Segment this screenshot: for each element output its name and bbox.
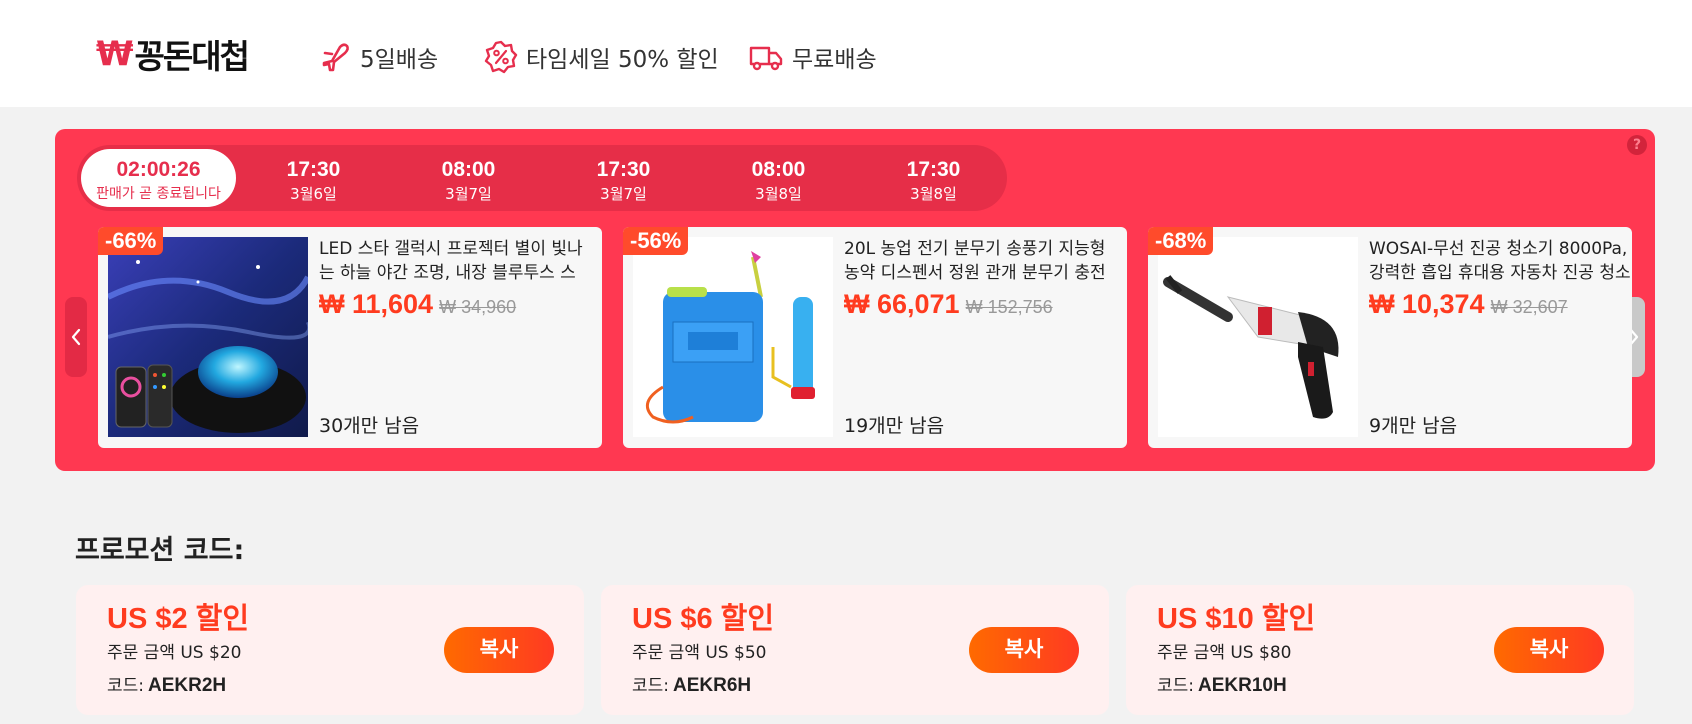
coupon-card: US $10 할인 주문 금액 US $80 코드: AEKR10H 복사 — [1126, 585, 1634, 715]
stock-remaining: 30개만 남음 — [319, 415, 420, 437]
coupon-amount: US $10 할인 — [1157, 603, 1316, 635]
slot-date: 3월8일 — [755, 185, 802, 203]
countdown-timer: 02:00:26 — [116, 158, 201, 181]
sale-price: ₩ 66,071 — [844, 289, 960, 319]
feature-time-sale: 타임세일 50% 할인 — [484, 40, 719, 74]
slot-time: 17:30 — [286, 158, 341, 181]
time-slot[interactable]: 17:30 3월6일 — [236, 149, 391, 207]
slot-time: 08:00 — [751, 158, 806, 181]
stock-remaining: 9개만 남음 — [1369, 415, 1458, 437]
time-slot[interactable]: 17:30 3월8일 — [856, 149, 1011, 207]
plane-icon — [322, 43, 349, 72]
original-price: ₩ 152,756 — [965, 297, 1053, 317]
discount-badge-icon — [484, 40, 518, 74]
coupon-amount: US $6 할인 — [632, 603, 775, 635]
discount-badge: -66% — [98, 227, 164, 255]
feature-fast-delivery: 5일배송 — [320, 40, 438, 74]
product-image[interactable] — [1158, 237, 1358, 437]
original-price: ₩ 34,960 — [439, 297, 517, 317]
coupon-code: AEKR10H — [1198, 675, 1287, 696]
slot-status: 판매가 곧 종료됩니다 — [96, 186, 221, 202]
product-title[interactable]: 20L 농업 전기 분무기 송풍기 지능형 농약 디스펜서 정원 관개 분무기 … — [844, 237, 1120, 285]
code-label: 코드: — [632, 676, 670, 696]
copy-button[interactable]: 복사 — [969, 627, 1079, 673]
time-slot[interactable]: 08:00 3월8일 — [701, 149, 856, 207]
time-slot-bar: 02:00:26 판매가 곧 종료됩니다 17:30 3월6일 08:00 3월… — [77, 145, 1007, 211]
product-card[interactable]: -66% LED 스타 갤럭시 프로젝터 별이 빛나는 하늘 야간 조명, 내장… — [98, 227, 602, 448]
slot-date: 3월7일 — [600, 185, 647, 203]
coupon-code-line: 코드: AEKR6H — [632, 671, 751, 697]
time-slot[interactable]: 08:00 3월7일 — [391, 149, 546, 207]
star-projector-image — [108, 237, 308, 437]
coupon-minimum: 주문 금액 US $50 — [632, 643, 767, 663]
coupon-amount: US $2 할인 — [107, 603, 250, 635]
product-image[interactable] — [108, 237, 308, 437]
flash-sale-banner: ? 02:00:26 판매가 곧 종료됩니다 17:30 3월6일 08:00 … — [55, 129, 1655, 471]
original-price: ₩ 32,607 — [1490, 297, 1568, 317]
coupon-card: US $6 할인 주문 금액 US $50 코드: AEKR6H 복사 — [601, 585, 1109, 715]
slot-time: 17:30 — [596, 158, 651, 181]
product-price: ₩ 66,071 ₩ 152,756 — [844, 289, 1053, 320]
slot-date: 3월7일 — [445, 185, 492, 203]
coupon-code: AEKR6H — [673, 675, 752, 696]
code-label: 코드: — [107, 676, 145, 696]
chevron-left-icon — [71, 328, 81, 346]
product-title[interactable]: WOSAI-무선 진공 청소기 8000Pa, 강력한 흡입 휴대용 자동차 진… — [1369, 237, 1632, 285]
copy-button[interactable]: 복사 — [444, 627, 554, 673]
help-icon[interactable]: ? — [1627, 135, 1647, 155]
top-bar: ₩ 꽁돈대첩 5일배송 타임세일 50% 할인 무료배송 — [0, 0, 1692, 107]
time-slot[interactable]: 17:30 3월7일 — [546, 149, 701, 207]
coupon-code-line: 코드: AEKR10H — [1157, 671, 1287, 697]
feature-free-shipping: 무료배송 — [748, 40, 877, 74]
product-card[interactable]: -56% 20L 농업 전기 분무기 송풍기 지능형 농약 디스펜서 정원 관개… — [623, 227, 1127, 448]
logo[interactable]: ₩ 꽁돈대첩 — [96, 34, 250, 76]
time-slot-current[interactable]: 02:00:26 판매가 곧 종료됩니다 — [81, 149, 236, 207]
slot-date: 3월6일 — [290, 185, 337, 203]
logo-text: 꽁돈대첩 — [134, 37, 250, 76]
coupon-minimum: 주문 금액 US $20 — [107, 643, 242, 663]
sale-price: ₩ 11,604 — [319, 289, 434, 319]
coupon-code-line: 코드: AEKR2H — [107, 671, 226, 697]
feature-label: 타임세일 50% 할인 — [526, 47, 719, 73]
coupon-code: AEKR2H — [148, 675, 227, 696]
code-label: 코드: — [1157, 676, 1195, 696]
slot-date: 3월8일 — [910, 185, 957, 203]
discount-badge: -68% — [1148, 227, 1214, 255]
copy-button[interactable]: 복사 — [1494, 627, 1604, 673]
product-image[interactable] — [633, 237, 833, 437]
feature-label: 5일배송 — [360, 47, 439, 73]
discount-badge: -56% — [623, 227, 689, 255]
coupon-minimum: 주문 금액 US $80 — [1157, 643, 1292, 663]
sprayer-image — [633, 237, 833, 437]
truck-icon — [749, 46, 783, 71]
feature-label: 무료배송 — [792, 47, 877, 73]
product-card[interactable]: -68% WOSAI-무선 진공 청소기 8000Pa, 강력한 흡입 휴대용 … — [1148, 227, 1632, 448]
carousel-prev-button[interactable] — [65, 297, 87, 377]
vacuum-image — [1158, 237, 1358, 437]
sale-price: ₩ 10,374 — [1369, 289, 1485, 319]
product-price: ₩ 11,604 ₩ 34,960 — [319, 289, 516, 320]
stock-remaining: 19개만 남음 — [844, 415, 945, 437]
promo-section-title: 프로모션 코드: — [75, 535, 245, 566]
coupon-card: US $2 할인 주문 금액 US $20 코드: AEKR2H 복사 — [76, 585, 584, 715]
logo-mark: ₩ — [96, 34, 134, 74]
slot-time: 17:30 — [906, 158, 961, 181]
slot-time: 08:00 — [441, 158, 496, 181]
product-title[interactable]: LED 스타 갤럭시 프로젝터 별이 빛나는 하늘 야간 조명, 내장 블루투스… — [319, 237, 595, 285]
product-price: ₩ 10,374 ₩ 32,607 — [1369, 289, 1568, 320]
